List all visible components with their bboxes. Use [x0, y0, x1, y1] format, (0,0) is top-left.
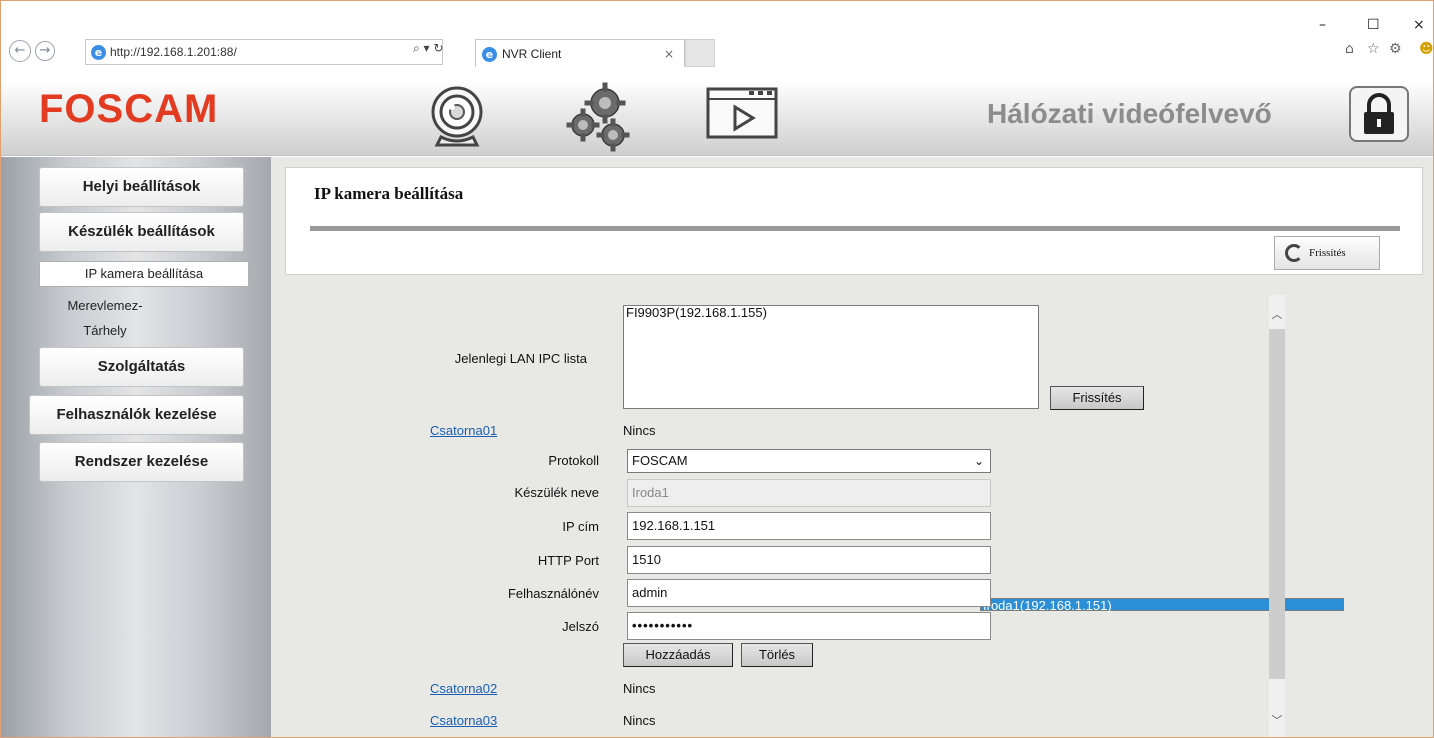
password-field[interactable]: •••••••••••: [627, 612, 991, 640]
sidebar-item-service[interactable]: Szolgáltatás: [39, 347, 244, 387]
ie-icon: e: [482, 47, 497, 62]
channel02-link[interactable]: Csatorna02: [430, 681, 497, 696]
vertical-scrollbar[interactable]: ︿ ﹀: [1269, 295, 1285, 737]
search-refresh-controls[interactable]: ⌕ ▾ ↻: [413, 41, 443, 56]
tab-nvr-client[interactable]: e NVR Client ×: [475, 39, 685, 67]
device-name-label: Készülék neve: [514, 485, 599, 500]
password-label: Jelszó: [562, 619, 599, 634]
app-title: Hálózati videófelvevő: [987, 98, 1272, 129]
browser-window: ← → e http://192.168.1.201:88/ ⌕ ▾ ↻ e N…: [0, 0, 1434, 738]
http-port-label: HTTP Port: [537, 553, 599, 568]
channel01-link[interactable]: Csatorna01: [430, 423, 497, 438]
app-header: FOSCAM Hálózati videófelvevő: [1, 81, 1433, 156]
main-content: IP kamera beállítása Frissítés Jelenlegi…: [271, 157, 1433, 737]
ip-label: IP cím: [562, 519, 599, 534]
smiley-feedback-icon[interactable]: ☻: [1419, 41, 1433, 57]
settings-gear-icon[interactable]: ⚙: [1389, 41, 1402, 57]
protocol-label: Protokoll: [548, 453, 599, 468]
username-label: Felhasználónév: [507, 586, 599, 601]
delete-button[interactable]: Törlés: [741, 643, 813, 667]
lan-ipc-listbox[interactable]: FI9903P(192.168.1.155) Iroda1(192.168.1.…: [623, 305, 1344, 612]
address-bar[interactable]: e http://192.168.1.201:88/: [85, 39, 443, 65]
lock-button[interactable]: [1349, 86, 1409, 142]
list-item-selected[interactable]: Iroda1(192.168.1.151): [980, 598, 1344, 612]
camera-icon[interactable]: [427, 85, 493, 156]
tab-title: NVR Client: [502, 47, 562, 61]
new-tab-button[interactable]: [685, 39, 715, 67]
gears-icon[interactable]: [561, 81, 637, 158]
channel03-status: Nincs: [623, 713, 656, 728]
maximize-button[interactable]: ☐: [1367, 17, 1380, 33]
sidebar-subitem-hdd-line1[interactable]: Merevlemez-: [35, 294, 175, 320]
chevron-down-icon: ⌄: [973, 454, 984, 468]
scroll-down-icon[interactable]: ﹀: [1269, 711, 1285, 731]
list-item[interactable]: FI9903P(192.168.1.155): [624, 306, 1038, 319]
channel01-status: Nincs: [623, 423, 656, 438]
lan-list-label: Jelenlegi LAN IPC lista: [454, 351, 587, 366]
scrollbar-thumb[interactable]: [1269, 329, 1285, 679]
sidebar-subitem-ip-camera[interactable]: IP kamera beállítása: [39, 261, 249, 287]
sidebar-item-system-management[interactable]: Rendszer kezelése: [39, 442, 244, 482]
scroll-up-icon[interactable]: ︿: [1269, 305, 1285, 325]
favorites-star-icon[interactable]: ☆: [1367, 41, 1380, 57]
http-port-field[interactable]: 1510: [627, 546, 991, 574]
address-url: http://192.168.1.201:88/: [110, 45, 237, 59]
sidebar-item-local-settings[interactable]: Helyi beállítások: [39, 167, 244, 207]
username-field[interactable]: admin: [627, 579, 991, 607]
forward-button[interactable]: →: [35, 41, 55, 61]
minimize-button[interactable]: –: [1319, 17, 1326, 33]
refresh-list-button[interactable]: Frissítés: [1050, 386, 1144, 410]
protocol-value: FOSCAM: [632, 453, 688, 468]
channel03-link[interactable]: Csatorna03: [430, 713, 497, 728]
lock-icon: [1364, 93, 1394, 134]
tab-close-icon[interactable]: ×: [664, 40, 674, 68]
ip-address-field[interactable]: 192.168.1.151: [627, 512, 991, 540]
protocol-select[interactable]: FOSCAM ⌄: [627, 449, 991, 473]
channel02-status: Nincs: [623, 681, 656, 696]
back-button[interactable]: ←: [9, 40, 31, 62]
ie-icon: e: [91, 45, 106, 60]
playback-icon[interactable]: [705, 81, 781, 148]
close-window-button[interactable]: ×: [1413, 17, 1425, 33]
sidebar-subitem-hdd-line2[interactable]: Tárhely: [35, 319, 175, 345]
add-button[interactable]: Hozzáadás: [623, 643, 733, 667]
home-icon[interactable]: ⌂: [1345, 41, 1354, 57]
sidebar: Helyi beállítások Készülék beállítások I…: [1, 157, 271, 737]
sidebar-item-device-settings[interactable]: Készülék beállítások: [39, 212, 244, 252]
sidebar-item-user-management[interactable]: Felhasználók kezelése: [29, 395, 244, 435]
foscam-logo: FOSCAM: [39, 87, 219, 131]
device-name-field: Iroda1: [627, 479, 991, 507]
camera-form: Jelenlegi LAN IPC lista FI9903P(192.168.…: [271, 157, 1433, 737]
browser-chrome: ← → e http://192.168.1.201:88/ ⌕ ▾ ↻ e N…: [1, 1, 1433, 81]
